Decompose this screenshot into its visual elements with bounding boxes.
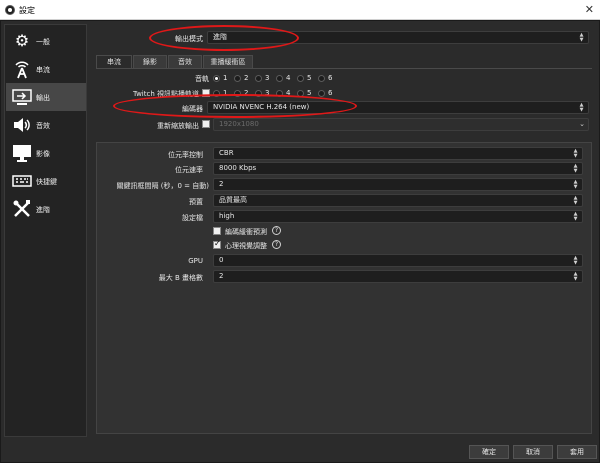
audio-track-radio-1[interactable] xyxy=(213,75,220,82)
keyframe-interval-value: 2 xyxy=(219,180,224,188)
radio-label: 6 xyxy=(328,89,333,97)
max-bframes-value: 2 xyxy=(219,272,224,280)
tab-audio[interactable]: 音效 xyxy=(168,55,202,69)
settings-sidebar: ⚙ 一般 串流 輸出 音效 影像 快捷鍵 進階 xyxy=(4,24,87,437)
audio-track-radio-3[interactable] xyxy=(255,75,262,82)
audio-track-label: 音軌 xyxy=(195,75,209,83)
sidebar-item-video[interactable]: 影像 xyxy=(6,139,86,167)
radio-label: 4 xyxy=(286,74,291,82)
monitor-output-icon xyxy=(12,87,32,107)
keyframe-interval-spinbox[interactable]: 2 ▲ ▼ xyxy=(213,178,583,191)
gear-icon: ⚙ xyxy=(14,31,30,50)
tab-recording[interactable]: 錄影 xyxy=(133,55,167,69)
bitrate-label: 位元速率 xyxy=(175,166,203,174)
rate-control-select[interactable]: CBR ▲ ▼ xyxy=(213,147,583,160)
lookahead-label: 編碼緩衝預測 xyxy=(225,228,267,236)
window-title: 設定 xyxy=(19,6,35,15)
antenna-icon xyxy=(12,59,32,79)
audio-track-radio-6[interactable] xyxy=(318,75,325,82)
psycho-visual-label: 心理視覺調整 xyxy=(225,242,267,250)
help-icon[interactable]: ? xyxy=(272,240,281,249)
preset-label: 預置 xyxy=(189,198,203,206)
tools-icon xyxy=(12,199,32,219)
output-settings-panel: 輸出模式 進階 ▲ ▼ 串流 錄影 音效 重播緩衝區 音軌 1 2 3 4 5 6… xyxy=(91,24,597,437)
sidebar-item-stream[interactable]: 串流 xyxy=(6,55,86,83)
close-icon[interactable]: ✕ xyxy=(585,3,594,16)
spinner-arrows-icon[interactable]: ▲ ▼ xyxy=(572,256,579,266)
spinner-arrows-icon[interactable]: ▲ ▼ xyxy=(572,164,579,174)
profile-select[interactable]: high ▲ ▼ xyxy=(213,210,583,223)
tab-streaming[interactable]: 串流 xyxy=(96,55,132,69)
rescale-resolution-value: 1920x1080 xyxy=(219,120,259,128)
select-arrows-icon: ▲ ▼ xyxy=(573,211,578,222)
display-icon xyxy=(12,143,32,163)
radio-label: 3 xyxy=(265,74,270,82)
audio-track-radio-2[interactable] xyxy=(234,75,241,82)
audio-track-radio-4[interactable] xyxy=(276,75,283,82)
tab-replay-buffer[interactable]: 重播緩衝區 xyxy=(203,55,253,69)
audio-track-radios: 1 2 3 4 5 6 xyxy=(213,74,343,85)
radio-label: 1 xyxy=(223,74,228,82)
sidebar-item-label: 快捷鍵 xyxy=(36,178,57,186)
max-bframes-label: 最大 B 畫格數 xyxy=(158,274,203,282)
rate-control-value: CBR xyxy=(219,149,234,157)
twitch-track-radio-6[interactable] xyxy=(318,90,325,97)
help-icon[interactable]: ? xyxy=(272,226,281,235)
gpu-value: 0 xyxy=(219,256,224,264)
profile-value: high xyxy=(219,212,235,220)
max-bframes-spinbox[interactable]: 2 ▲ ▼ xyxy=(213,270,583,283)
keyboard-icon xyxy=(12,171,32,191)
settings-window: ⚙ 一般 串流 輸出 音效 影像 快捷鍵 進階 輸出模式 進階 ▲ ▼ 串流 錄… xyxy=(0,20,600,463)
keyframe-interval-label: 關鍵訊框間隔 (秒，0 = 自動) xyxy=(116,182,209,190)
spinner-arrows-icon[interactable]: ▲ ▼ xyxy=(572,180,579,190)
sidebar-item-label: 音效 xyxy=(36,122,50,130)
apply-button[interactable]: 套用 xyxy=(557,445,597,459)
lookahead-checkbox[interactable] xyxy=(213,227,221,235)
profile-label: 設定檔 xyxy=(182,214,203,222)
sidebar-item-label: 影像 xyxy=(36,150,50,158)
audio-track-radio-5[interactable] xyxy=(297,75,304,82)
sidebar-item-label: 輸出 xyxy=(36,94,50,102)
rescale-output-label: 重新縮放輸出 xyxy=(157,122,199,130)
psycho-visual-checkbox[interactable] xyxy=(213,239,221,249)
chevron-down-icon: ⌄ xyxy=(579,120,585,128)
radio-label: 5 xyxy=(307,74,312,82)
annotation-ellipse-encoder xyxy=(113,94,357,118)
title-bar: 設定 ✕ xyxy=(0,0,600,20)
ok-button[interactable]: 確定 xyxy=(469,445,509,459)
bitrate-value: 8000 Kbps xyxy=(219,164,257,172)
select-arrows-icon: ▲ ▼ xyxy=(573,195,578,206)
select-arrows-icon: ▲ ▼ xyxy=(573,148,578,159)
speaker-icon xyxy=(12,115,32,135)
sidebar-item-hotkeys[interactable]: 快捷鍵 xyxy=(6,167,86,195)
sidebar-item-general[interactable]: ⚙ 一般 xyxy=(6,27,86,55)
sidebar-item-advanced[interactable]: 進階 xyxy=(6,195,86,223)
rate-control-label: 位元率控制 xyxy=(168,151,203,159)
sidebar-item-label: 串流 xyxy=(36,66,50,74)
gpu-spinbox[interactable]: 0 ▲ ▼ xyxy=(213,254,583,267)
spinner-arrows-icon[interactable]: ▲ ▼ xyxy=(572,272,579,282)
cancel-button[interactable]: 取消 xyxy=(513,445,553,459)
sidebar-item-label: 進階 xyxy=(36,206,50,214)
gpu-label: GPU xyxy=(188,257,203,265)
preset-value: 品質最高 xyxy=(219,196,247,204)
select-arrows-icon: ▲ ▼ xyxy=(579,32,584,43)
bitrate-spinbox[interactable]: 8000 Kbps ▲ ▼ xyxy=(213,162,583,175)
obs-app-icon xyxy=(5,5,15,15)
sidebar-item-label: 一般 xyxy=(36,38,50,46)
sidebar-item-output[interactable]: 輸出 xyxy=(6,83,86,111)
radio-label: 6 xyxy=(328,74,333,82)
radio-label: 2 xyxy=(244,74,249,82)
preset-select[interactable]: 品質最高 ▲ ▼ xyxy=(213,194,583,207)
annotation-ellipse-output-mode xyxy=(149,25,299,51)
sidebar-item-audio[interactable]: 音效 xyxy=(6,111,86,139)
select-arrows-icon: ▲ ▼ xyxy=(579,102,584,113)
rescale-output-checkbox[interactable] xyxy=(202,120,210,128)
rescale-resolution-field: 1920x1080 ⌄ xyxy=(213,118,589,131)
